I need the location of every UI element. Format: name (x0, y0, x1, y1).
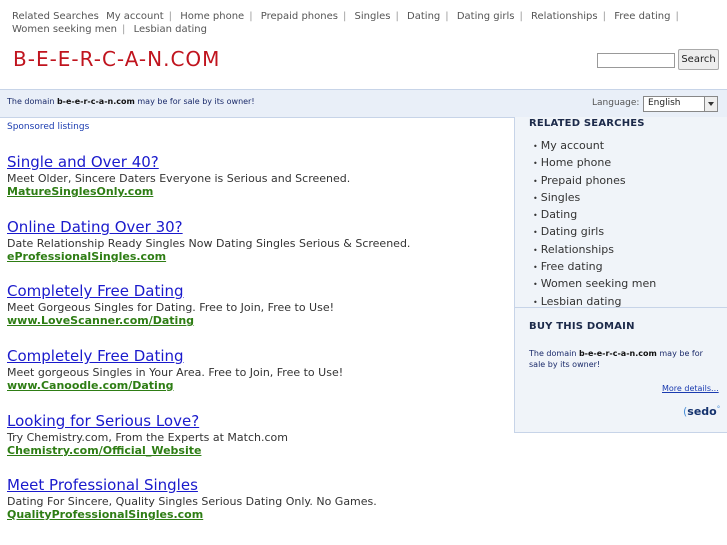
ad-url-link[interactable]: QualityProfessionalSingles.com (7, 508, 507, 522)
search-input[interactable] (597, 53, 675, 68)
ad-description: Meet Gorgeous Singles for Dating. Free t… (7, 301, 335, 314)
nav-link[interactable]: Free dating (614, 11, 670, 22)
list-item[interactable]: • Women seeking men (533, 276, 656, 293)
divider (515, 307, 727, 308)
list-item[interactable]: • Dating (533, 207, 656, 224)
search-button[interactable]: Search (678, 49, 719, 70)
ad-listing: Online Dating Over 30? Date Relationship… (7, 218, 507, 264)
sidebar-panel: RELATED SEARCHES • My account • Home phone… (514, 117, 727, 433)
ad-url-link[interactable]: eProfessionalSingles.com (7, 250, 507, 264)
ad-title-link[interactable]: Looking for Serious Love? (7, 412, 507, 430)
related-link[interactable]: My account (541, 139, 604, 152)
nav-link[interactable]: Women seeking men (12, 24, 117, 35)
ad-url-link[interactable]: www.Canoodle.com/Dating (7, 379, 507, 393)
chevron-down-icon[interactable] (704, 97, 717, 111)
sale-notice: The domain b-e-e-r-c-a-n.com may be for … (7, 97, 255, 106)
nav-link[interactable]: Singles (355, 11, 391, 22)
ad-description: Dating For Sincere, Quality Singles Seri… (7, 495, 377, 508)
language-select[interactable]: English (643, 96, 718, 112)
related-link[interactable]: Prepaid phones (541, 174, 626, 187)
related-searches-nav: Related Searches My account | Home phone |… (12, 11, 679, 35)
ad-title-link[interactable]: Completely Free Dating (7, 282, 507, 300)
ad-title-link[interactable]: Single and Over 40? (7, 153, 507, 171)
ad-description: Meet Older, Sincere Daters Everyone is S… (7, 172, 351, 185)
ad-url-link[interactable]: www.LoveScanner.com/Dating (7, 314, 507, 328)
related-searches-list: • My account • Home phone • Prepaid phones … (533, 138, 656, 311)
nav-link[interactable]: Relationships (531, 11, 598, 22)
bullet-icon: • (533, 176, 538, 186)
ad-listing: Single and Over 40? Meet Older, Sincere … (7, 153, 507, 199)
bullet-icon: • (533, 245, 538, 255)
bullet-icon: • (533, 211, 538, 221)
list-item[interactable]: • Relationships (533, 242, 656, 259)
related-link[interactable]: Singles (541, 191, 581, 204)
sedo-logo[interactable]: (sedo° (683, 405, 720, 418)
related-searches-heading: RELATED SEARCHES (529, 118, 645, 129)
related-searches-label: Related Searches (12, 11, 99, 22)
ad-title-link[interactable]: Completely Free Dating (7, 347, 507, 365)
related-link[interactable]: Dating girls (541, 225, 604, 238)
list-item[interactable]: • Free dating (533, 259, 656, 276)
nav-link[interactable]: Dating (407, 11, 440, 22)
related-link[interactable]: Relationships (541, 243, 614, 256)
ad-listing: Completely Free Dating Meet gorgeous Sin… (7, 347, 507, 393)
nav-link[interactable]: Lesbian dating (134, 24, 207, 35)
related-link[interactable]: Dating (541, 208, 578, 221)
list-item[interactable]: • Home phone (533, 155, 656, 172)
list-item[interactable]: • Prepaid phones (533, 173, 656, 190)
bullet-icon: • (533, 159, 538, 169)
list-item[interactable]: • Lesbian dating (533, 294, 656, 311)
bullet-icon: • (533, 228, 538, 238)
ad-description: Meet gorgeous Singles in Your Area. Free… (7, 366, 344, 379)
bullet-icon: • (533, 142, 538, 151)
more-details-link[interactable]: More details... (662, 384, 719, 393)
bullet-icon: • (533, 280, 538, 290)
info-bar: The domain b-e-e-r-c-a-n.com may be for … (0, 89, 727, 118)
bullet-icon: • (533, 193, 538, 203)
ad-url-link[interactable]: Chemistry.com/Official_Website (7, 444, 507, 458)
ad-listing: Meet Professional Singles Dating For Sin… (7, 476, 507, 522)
language-label: Language: (592, 98, 640, 108)
list-item[interactable]: • Singles (533, 190, 656, 207)
related-link[interactable]: Free dating (541, 260, 603, 273)
related-link[interactable]: Women seeking men (541, 277, 657, 290)
language-value: English (648, 98, 681, 108)
list-item[interactable]: • My account (533, 138, 656, 155)
related-link[interactable]: Lesbian dating (541, 295, 622, 308)
buy-domain-heading: BUY THIS DOMAIN (529, 321, 635, 332)
ad-title-link[interactable]: Online Dating Over 30? (7, 218, 507, 236)
buy-domain-text: The domain b-e-e-r-c-a-n.com may be for … (529, 349, 703, 369)
domain-name: b-e-e-r-c-a-n.com (578, 349, 657, 358)
ad-title-link[interactable]: Meet Professional Singles (7, 476, 507, 494)
domain-name: b-e-e-r-c-a-n.com (56, 97, 135, 106)
nav-link[interactable]: My account (106, 11, 164, 22)
bullet-icon: • (533, 263, 538, 273)
related-link[interactable]: Home phone (541, 156, 611, 169)
bullet-icon: • (533, 297, 538, 307)
ad-listing: Completely Free Dating Meet Gorgeous Sin… (7, 282, 507, 328)
ad-description: Date Relationship Ready Singles Now Dati… (7, 237, 411, 250)
nav-link[interactable]: Prepaid phones (261, 11, 338, 22)
list-item[interactable]: • Dating girls (533, 224, 656, 241)
site-logo[interactable]: B-E-E-R-C-A-N.COM (13, 47, 220, 71)
sponsored-label: Sponsored listings (7, 122, 90, 132)
ad-url-link[interactable]: MatureSinglesOnly.com (7, 185, 507, 199)
nav-link[interactable]: Home phone (180, 11, 244, 22)
ad-listing: Looking for Serious Love? Try Chemistry.… (7, 412, 507, 458)
nav-link[interactable]: Dating girls (457, 11, 515, 22)
ad-description: Try Chemistry.com, From the Experts at M… (7, 431, 288, 444)
